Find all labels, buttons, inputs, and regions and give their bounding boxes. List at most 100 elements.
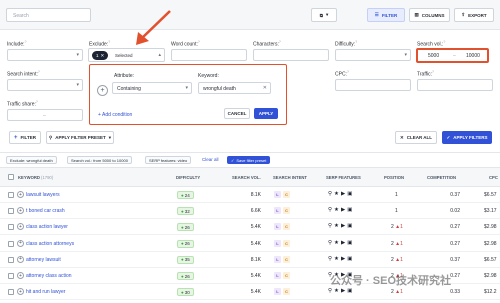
- attribute-select[interactable]: Containing ▾: [112, 82, 192, 94]
- serp-features-icons: ⚲★▶▣: [328, 288, 354, 294]
- active-filter-chip[interactable]: Search vol.: from 5000 to 10000: [67, 156, 132, 164]
- traffic-share-range[interactable]: –: [7, 109, 83, 121]
- clear-all-button[interactable]: ✕ CLEAR ALL: [395, 131, 437, 144]
- cpc-range[interactable]: [335, 79, 411, 91]
- table-row[interactable]: + attorney lawsuit ● 35 8.1K L C ⚲★▶▣ 2 ▲1 0.37 $6…: [0, 252, 500, 268]
- table-row[interactable]: + class action lawyer ● 26 5.4K L C ⚲★▶▣ 2 ▲1 0.2…: [0, 219, 500, 236]
- export-button[interactable]: ⇪ EXPORT: [454, 8, 494, 22]
- keyword-label: Keyword:: [198, 73, 219, 79]
- search-vol-value: 5.4K: [250, 240, 261, 247]
- row-checkbox[interactable]: [8, 289, 14, 296]
- search-vol-min-input[interactable]: 5000: [428, 53, 439, 59]
- exclude-select[interactable]: 1 ✕ Selected ▴: [88, 48, 165, 62]
- plus-icon[interactable]: +: [17, 255, 24, 263]
- table-row[interactable]: + class action attorneys ● 26 5.4K L C ⚲★▶▣ 2 ▲1…: [0, 236, 500, 252]
- exclude-label: Exclude:?: [89, 40, 111, 48]
- export-icon: ⇪: [461, 12, 466, 17]
- table-row[interactable]: + t boned car crash ● 32 6.6K L C ⚲★▶▣ 1 0.02 $3.1…: [0, 203, 500, 220]
- search-intent-column-header[interactable]: SEARCH INTENT: [273, 175, 307, 180]
- cpc-value: $3.17: [484, 208, 497, 215]
- row-checkbox[interactable]: [8, 256, 14, 263]
- difficulty-label: Difficulty:?: [335, 40, 358, 48]
- select-all-checkbox[interactable]: [8, 174, 14, 180]
- cpc-value: $12.2: [484, 289, 497, 296]
- competition-column-header[interactable]: COMPETITION: [427, 175, 456, 180]
- exclude-count-chip[interactable]: 1 ✕: [92, 51, 109, 60]
- close-icon[interactable]: ✕: [263, 85, 267, 91]
- plus-icon[interactable]: +: [17, 272, 24, 279]
- serp-features-column-header[interactable]: SERP FEATURES: [326, 175, 361, 180]
- exclude-popover: + Attribute: Containing ▾ Keyword: wrong…: [89, 64, 287, 125]
- close-icon: ✕: [399, 134, 404, 140]
- close-icon[interactable]: ✕: [101, 53, 105, 59]
- keyword-link[interactable]: lawsuit lawyers: [26, 192, 60, 198]
- row-checkbox[interactable]: [8, 192, 14, 198]
- cpc-value: $2.98: [484, 273, 497, 279]
- keyword-link[interactable]: hit and run lawyer: [26, 289, 65, 295]
- position-value: 1: [395, 192, 398, 198]
- difficulty-range[interactable]: ▾: [335, 49, 411, 61]
- search-input[interactable]: Search: [6, 8, 91, 22]
- range-dash: –: [453, 53, 456, 59]
- word-count-range[interactable]: [171, 49, 247, 61]
- active-filter-chip[interactable]: Exclude: wrongful death: [6, 156, 57, 164]
- competition-value: 0.02: [450, 208, 460, 215]
- table-row[interactable]: + lawsuit lawyers ● 24 8.1K L C ⚲★▶▣ 1 0.37 $6.57: [0, 187, 500, 203]
- difficulty-badge: ● 30: [177, 288, 194, 297]
- cancel-button[interactable]: CANCEL: [224, 108, 250, 119]
- view-toggle-button[interactable]: ⧉ ▾: [311, 8, 337, 22]
- row-checkbox[interactable]: [8, 240, 14, 247]
- chevron-down-icon: ▾: [76, 52, 79, 58]
- search-vol-range[interactable]: 5000 – 10000: [416, 48, 489, 63]
- row-checkbox[interactable]: [8, 208, 14, 215]
- save-filter-preset-button[interactable]: ✓ Save filter preset: [227, 156, 271, 164]
- row-checkbox[interactable]: [8, 273, 14, 279]
- plus-icon[interactable]: +: [17, 288, 24, 296]
- serp-features-icons: ⚲★▶▣: [328, 223, 354, 229]
- table-header: KEYWORD (1790) DIFFICULTY SEARCH VOL. SE…: [0, 167, 500, 187]
- difficulty-column-header[interactable]: DIFFICULTY: [176, 175, 200, 180]
- plus-icon[interactable]: +: [97, 85, 108, 96]
- keyword-link[interactable]: class action lawyer: [26, 224, 68, 230]
- dot-icon: ●: [181, 192, 184, 198]
- add-filter-button[interactable]: + FILTER: [9, 131, 41, 144]
- position-change: ▲1: [395, 224, 403, 231]
- position-column-header[interactable]: POSITION: [384, 175, 404, 180]
- keyword-link[interactable]: class action attorneys: [26, 241, 74, 247]
- keyword-link[interactable]: t boned car crash: [26, 208, 65, 214]
- position-change: ▲1: [395, 240, 403, 247]
- search-vol-value: 5.4K: [250, 289, 261, 296]
- add-condition-link[interactable]: + Add condition: [98, 112, 132, 118]
- keyword-input[interactable]: wrongful death ✕: [198, 82, 271, 94]
- search-vol-max-input[interactable]: 10000: [466, 53, 480, 59]
- plus-icon[interactable]: +: [17, 207, 24, 215]
- columns-button[interactable]: ▥ COLUMNS: [409, 8, 450, 22]
- apply-button[interactable]: APPLY: [254, 108, 278, 119]
- star-icon: ★: [334, 255, 341, 262]
- traffic-range[interactable]: [417, 79, 493, 91]
- plus-icon[interactable]: +: [17, 223, 24, 231]
- clear-all-link[interactable]: Clear all: [202, 157, 219, 162]
- apply-filter-preset-button[interactable]: ⚲ APPLY FILTER PRESET ▾: [46, 131, 114, 144]
- plus-icon[interactable]: +: [17, 239, 24, 247]
- difficulty-badge: ● 26: [177, 223, 194, 232]
- plus-icon[interactable]: +: [17, 191, 24, 198]
- search-vol-label: Search vol.:?: [417, 40, 446, 48]
- position-change: ▲1: [395, 289, 403, 296]
- search-vol-column-header[interactable]: SEARCH VOL.: [232, 175, 261, 180]
- star-icon: ★: [334, 288, 341, 295]
- keyword-link[interactable]: attorney lawsuit: [26, 257, 61, 263]
- active-filter-chip[interactable]: SERP features: video: [145, 156, 192, 164]
- dot-icon: ●: [181, 289, 184, 295]
- characters-range[interactable]: [253, 49, 329, 61]
- filter-toggle-button[interactable]: ☰ FILTER: [367, 8, 405, 22]
- include-select[interactable]: ▾: [7, 49, 83, 61]
- apply-filters-button[interactable]: ✓ APPLY FILTERS: [442, 131, 492, 144]
- serp-features-icons: ⚲★▶▣: [328, 240, 354, 246]
- keyword-link[interactable]: attorney class action: [26, 273, 72, 279]
- keyword-column-header[interactable]: KEYWORD (1790): [18, 175, 53, 180]
- cpc-column-header[interactable]: CPC: [489, 175, 498, 180]
- row-checkbox[interactable]: [8, 224, 14, 231]
- dot-icon: ●: [181, 241, 184, 247]
- search-intent-select[interactable]: ▾: [7, 79, 83, 91]
